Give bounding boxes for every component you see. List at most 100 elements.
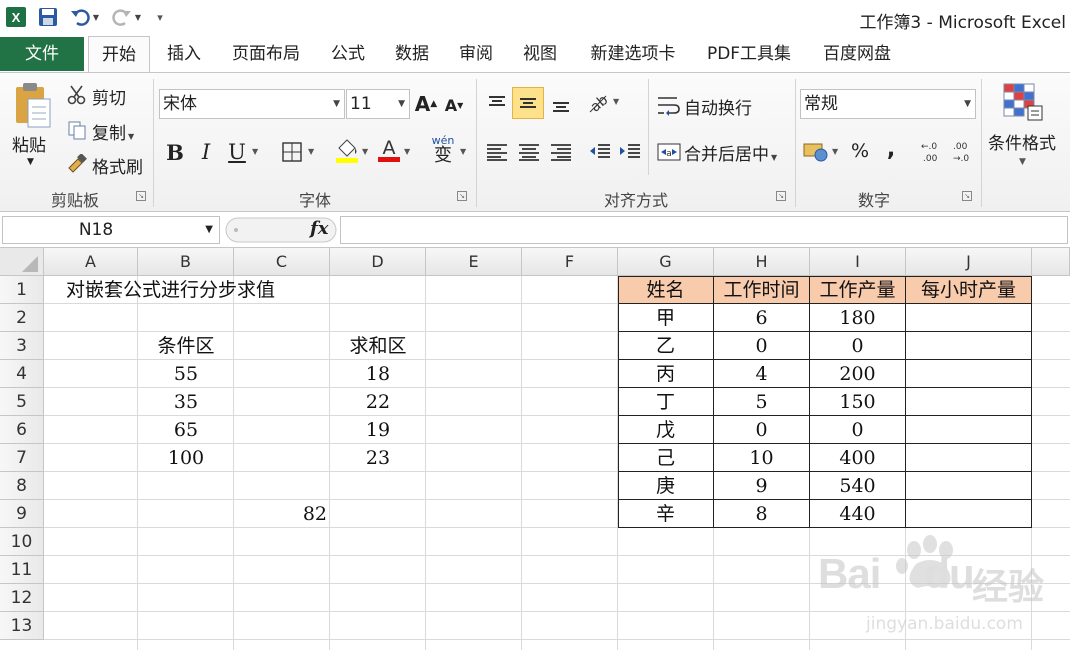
row-header-10[interactable]: 10 (0, 528, 44, 556)
table-header-cell[interactable]: 工作时间 (714, 276, 810, 304)
column-header-I[interactable]: I (810, 248, 906, 276)
table-cell-G6[interactable]: 戊 (618, 416, 714, 444)
cell-D7[interactable]: 23 (330, 444, 426, 472)
cell-D6[interactable]: 19 (330, 416, 426, 444)
wrap-text-button[interactable]: 自动换行 (684, 94, 752, 119)
phonetic-guide-icon[interactable]: wén 变 (428, 133, 458, 167)
table-header-cell[interactable]: 工作产量 (810, 276, 906, 304)
column-header-A[interactable]: A (44, 248, 138, 276)
table-cell-I6[interactable]: 0 (810, 416, 906, 444)
align-right-icon[interactable] (546, 137, 576, 167)
bold-button[interactable]: B (163, 137, 187, 167)
font-name-select[interactable]: 宋体 ▼ (159, 89, 345, 119)
table-cell-G2[interactable]: 甲 (618, 304, 714, 332)
table-cell-H2[interactable]: 6 (714, 304, 810, 332)
column-header-B[interactable]: B (138, 248, 234, 276)
tab-file[interactable]: 文件 (0, 37, 84, 71)
tab-review[interactable]: 审阅 (450, 36, 502, 72)
tab-home[interactable]: 开始 (88, 36, 150, 73)
comma-style-button[interactable]: , (878, 135, 904, 163)
underline-dropdown-icon[interactable]: ▼ (252, 147, 258, 156)
paste-icon[interactable] (8, 79, 56, 131)
cell-B3[interactable]: 条件区 (138, 332, 234, 360)
increase-decimal-icon[interactable]: ←.0.00 (918, 137, 946, 165)
cell-B6[interactable]: 65 (138, 416, 234, 444)
format-painter-button[interactable]: 格式刷 (92, 153, 143, 178)
table-cell-J6[interactable] (906, 416, 1032, 444)
table-cell-H3[interactable]: 0 (714, 332, 810, 360)
name-box[interactable]: N18 ▼ (2, 216, 220, 244)
paste-dropdown-icon[interactable]: ▼ (27, 157, 34, 167)
tab-formulas[interactable]: 公式 (322, 36, 374, 72)
table-cell-H7[interactable]: 10 (714, 444, 810, 472)
row-header-2[interactable]: 2 (0, 304, 44, 332)
copy-button[interactable]: 复制 ▼ (92, 119, 134, 144)
cell-D5[interactable]: 22 (330, 388, 426, 416)
row-header-13[interactable]: 13 (0, 612, 44, 640)
table-cell-H6[interactable]: 0 (714, 416, 810, 444)
increase-indent-icon[interactable] (616, 137, 644, 167)
cell-A1[interactable]: 对嵌套公式进行分步求值 (66, 276, 275, 304)
table-cell-I4[interactable]: 200 (810, 360, 906, 388)
orientation-icon[interactable]: ab (584, 89, 612, 117)
table-cell-I5[interactable]: 150 (810, 388, 906, 416)
number-launcher-icon[interactable]: ↘ (962, 191, 972, 201)
align-middle-icon[interactable] (512, 87, 544, 119)
tab-insert[interactable]: 插入 (158, 36, 210, 72)
redo-icon[interactable]: ▼ (108, 5, 144, 29)
accounting-format-icon[interactable] (802, 137, 830, 165)
borders-dropdown-icon[interactable]: ▼ (308, 147, 314, 156)
cell-C9[interactable]: 82 (234, 500, 330, 528)
font-size-select[interactable]: 11 ▼ (346, 89, 410, 119)
table-cell-I8[interactable]: 540 (810, 472, 906, 500)
save-icon[interactable] (36, 5, 60, 29)
alignment-launcher-icon[interactable]: ↘ (776, 191, 786, 201)
table-cell-G7[interactable]: 己 (618, 444, 714, 472)
table-cell-I7[interactable]: 400 (810, 444, 906, 472)
cell-B7[interactable]: 100 (138, 444, 234, 472)
column-header-C[interactable]: C (234, 248, 330, 276)
row-header-9[interactable]: 9 (0, 500, 44, 528)
row-header-11[interactable]: 11 (0, 556, 44, 584)
align-center-icon[interactable] (514, 137, 544, 167)
shrink-font-icon[interactable]: A ▼ (442, 93, 466, 117)
table-cell-H8[interactable]: 9 (714, 472, 810, 500)
row-header-1[interactable]: 1 (0, 276, 44, 304)
column-header-partial[interactable] (1032, 248, 1070, 276)
table-cell-J9[interactable] (906, 500, 1032, 528)
table-cell-G5[interactable]: 丁 (618, 388, 714, 416)
tab-pdf-tools[interactable]: PDF工具集 (696, 36, 802, 72)
table-cell-G4[interactable]: 丙 (618, 360, 714, 388)
paste-button[interactable]: 粘贴 (12, 131, 46, 156)
cell-D3[interactable]: 求和区 (330, 332, 426, 360)
table-cell-J2[interactable] (906, 304, 1032, 332)
table-cell-G3[interactable]: 乙 (618, 332, 714, 360)
row-header-8[interactable]: 8 (0, 472, 44, 500)
table-cell-H5[interactable]: 5 (714, 388, 810, 416)
row-header-3[interactable]: 3 (0, 332, 44, 360)
underline-button[interactable]: U (225, 137, 249, 167)
row-header-6[interactable]: 6 (0, 416, 44, 444)
table-cell-H4[interactable]: 4 (714, 360, 810, 388)
select-all-button[interactable] (0, 248, 44, 276)
customize-qat-icon[interactable]: ▾ (150, 5, 170, 29)
tab-new-tab[interactable]: 新建选项卡 (578, 36, 688, 72)
align-bottom-icon[interactable] (546, 89, 576, 119)
row-header-5[interactable]: 5 (0, 388, 44, 416)
table-cell-J8[interactable] (906, 472, 1032, 500)
conditional-formatting-icon[interactable] (998, 79, 1048, 127)
column-header-D[interactable]: D (330, 248, 426, 276)
table-header-cell[interactable]: 每小时产量 (906, 276, 1032, 304)
percent-style-button[interactable]: % (846, 137, 874, 165)
phonetic-dropdown-icon[interactable]: ▼ (460, 147, 466, 156)
row-header-12[interactable]: 12 (0, 584, 44, 612)
column-header-F[interactable]: F (522, 248, 618, 276)
tab-page-layout[interactable]: 页面布局 (222, 36, 310, 72)
undo-icon[interactable]: ▼ (66, 5, 102, 29)
font-launcher-icon[interactable]: ↘ (457, 191, 467, 201)
table-cell-I3[interactable]: 0 (810, 332, 906, 360)
decrease-indent-icon[interactable] (586, 137, 614, 167)
orientation-dropdown-icon[interactable]: ▼ (613, 97, 619, 106)
align-top-icon[interactable] (482, 89, 512, 119)
font-color-icon[interactable]: A (376, 135, 402, 165)
